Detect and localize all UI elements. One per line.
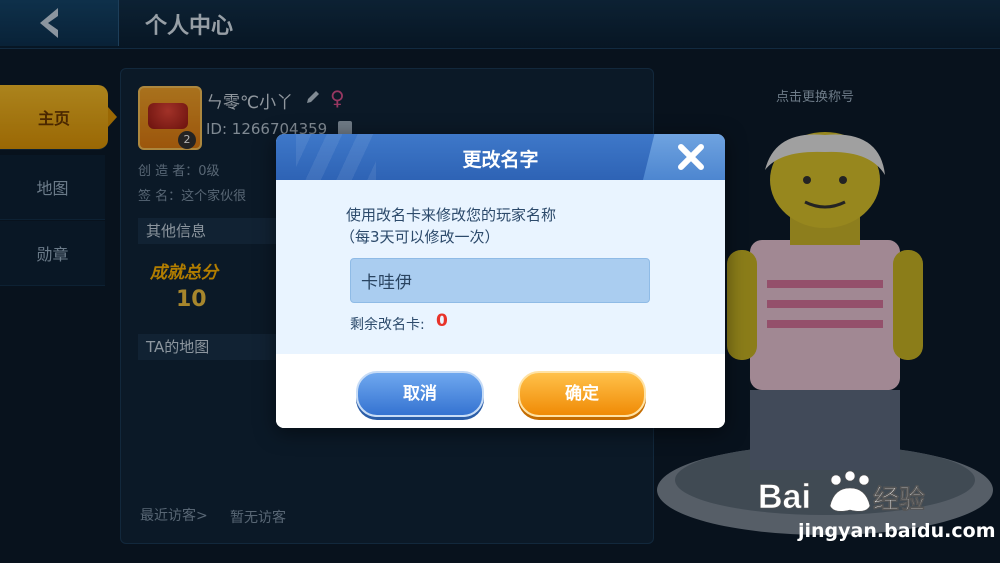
dialog-frequency-note: （每3天可以修改一次）: [340, 228, 500, 246]
remaining-cards-label: 剩余改名卡:: [350, 317, 425, 333]
confirm-button[interactable]: 确定: [518, 371, 646, 417]
dialog-description: 使用改名卡来修改您的玩家名称: [346, 206, 557, 224]
watermark-url: jingyan.baidu.com: [798, 520, 996, 542]
svg-text:经验: 经验: [873, 484, 925, 515]
name-input[interactable]: [350, 258, 650, 303]
close-icon: [678, 144, 704, 170]
close-button[interactable]: [643, 134, 725, 180]
dialog-footer: [276, 354, 725, 428]
svg-text:Bai: Bai: [758, 478, 811, 516]
remaining-cards-value: 0: [436, 311, 448, 331]
baidu-watermark-logo: Bai 经验: [758, 470, 948, 524]
cancel-button[interactable]: 取消: [356, 371, 484, 417]
